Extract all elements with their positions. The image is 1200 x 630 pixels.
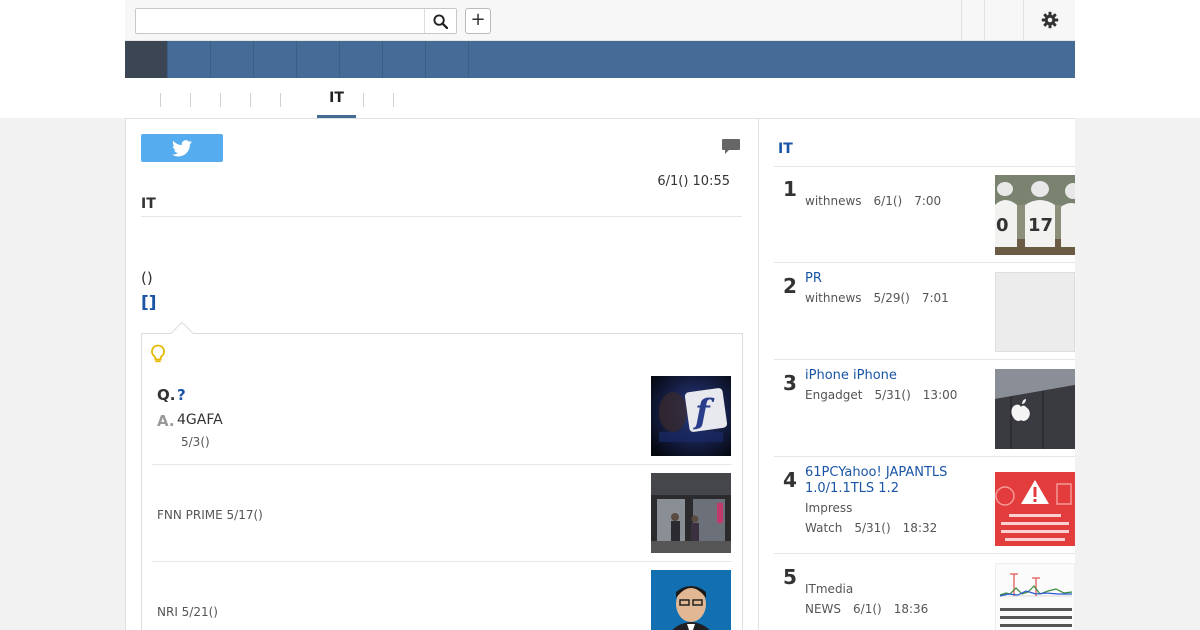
topbar-divider (1023, 0, 1024, 40)
add-button[interactable]: + (465, 8, 491, 34)
rank-number: 5 (783, 565, 797, 589)
divider (774, 553, 1075, 554)
search-icon (433, 13, 448, 29)
subnav-divider (160, 93, 161, 107)
nav-item[interactable] (297, 41, 340, 78)
nav-item[interactable] (383, 41, 426, 78)
gear-icon (1041, 11, 1059, 29)
article-category: IT (141, 196, 156, 212)
nav-item[interactable] (211, 41, 254, 78)
rank-number: 2 (783, 274, 797, 298)
subnav-divider (190, 93, 191, 107)
rank-meta: ITmedia NEWS 6/1() 18:36 (805, 582, 929, 616)
article-datetime: 6/1() 10:55 (657, 174, 730, 189)
search-input[interactable] (136, 9, 424, 33)
sub-nav: IT (125, 78, 1075, 118)
nav-item-active[interactable] (125, 41, 168, 78)
item-source: NRI 5/21() (157, 605, 218, 619)
answer-text: 4GAFA (177, 412, 223, 428)
lightbulb-icon (150, 344, 166, 368)
twitter-icon (172, 139, 192, 156)
subnav-divider (363, 93, 364, 107)
divider (774, 456, 1075, 457)
subnav-divider (220, 93, 221, 107)
comment-icon (722, 139, 740, 154)
main-nav (125, 41, 1075, 78)
svg-text:17: 17 (1028, 215, 1053, 236)
divider (774, 359, 1075, 360)
answer-date: 5/3() (181, 435, 210, 449)
item-thumbnail-person[interactable] (651, 570, 731, 630)
rank-thumbnail-warning[interactable] (995, 466, 1075, 546)
rank-title[interactable]: 61PCYahoo! JAPANTLS 1.0/1.1TLS 1.2 (805, 465, 985, 497)
topbar-divider (984, 0, 985, 40)
qa-box-arrow (170, 321, 194, 345)
article-bracket-link[interactable]: [] (141, 293, 157, 313)
rank-number: 1 (783, 177, 797, 201)
tab-it[interactable]: IT (317, 78, 356, 118)
sidebar-title: IT (778, 141, 793, 157)
nav-item[interactable] (340, 41, 383, 78)
qa-box: Q. ? A. 4GAFA 5/3() f FNN PRIME 5/17() N… (141, 321, 743, 630)
divider (152, 561, 732, 562)
answer-label: A. (157, 412, 175, 430)
rank-meta: withnews 5/29() 7:01 (805, 291, 949, 305)
rank-meta: Impress Watch 5/31() 18:32 (805, 501, 938, 535)
rank-title[interactable]: PR (805, 271, 985, 287)
item-thumbnail-store[interactable] (651, 473, 731, 553)
rank-thumbnail-chart[interactable] (995, 563, 1075, 630)
topbar-divider (961, 0, 962, 40)
svg-text:0: 0 (996, 215, 1009, 236)
article-paren-text: () (141, 269, 153, 287)
rank-title[interactable]: iPhone iPhone (805, 368, 985, 384)
twitter-share-button[interactable] (141, 134, 223, 162)
question-text[interactable]: ? (177, 386, 186, 404)
divider (774, 262, 1075, 263)
subnav-divider (393, 93, 394, 107)
sidebar-ranking: IT 1 withnews 6/1() 7:00 0 17 2 PR withnew… (759, 118, 1075, 630)
rank-meta: withnews 6/1() 7:00 (805, 194, 942, 208)
qa-thumbnail-flash[interactable]: f (651, 376, 731, 456)
rank-thumbnail-apple-store[interactable] (995, 369, 1075, 449)
nav-item[interactable] (254, 41, 297, 78)
subnav-divider (280, 93, 281, 107)
top-bar: + (125, 0, 1075, 41)
rank-thumbnail-baseball[interactable]: 0 17 (995, 175, 1075, 255)
settings-button[interactable] (1040, 10, 1060, 30)
rank-number: 3 (783, 371, 797, 395)
rank-number: 4 (783, 468, 797, 492)
nav-item[interactable] (168, 41, 211, 78)
divider (774, 166, 1075, 167)
article-main: 6/1() 10:55 IT () [] Q. ? A. 4GAFA 5/3() (125, 118, 759, 630)
subnav-divider (250, 93, 251, 107)
item-source: FNN PRIME 5/17() (157, 508, 263, 522)
rank-meta: Engadget 5/31() 13:00 (805, 388, 958, 402)
divider (141, 216, 742, 217)
divider (152, 464, 732, 465)
search-button[interactable] (424, 9, 456, 33)
search-box (135, 8, 457, 34)
rank-thumbnail-blank[interactable] (995, 272, 1075, 352)
comment-button[interactable] (722, 139, 740, 159)
question-label: Q. (157, 386, 176, 404)
nav-item[interactable] (426, 41, 469, 78)
